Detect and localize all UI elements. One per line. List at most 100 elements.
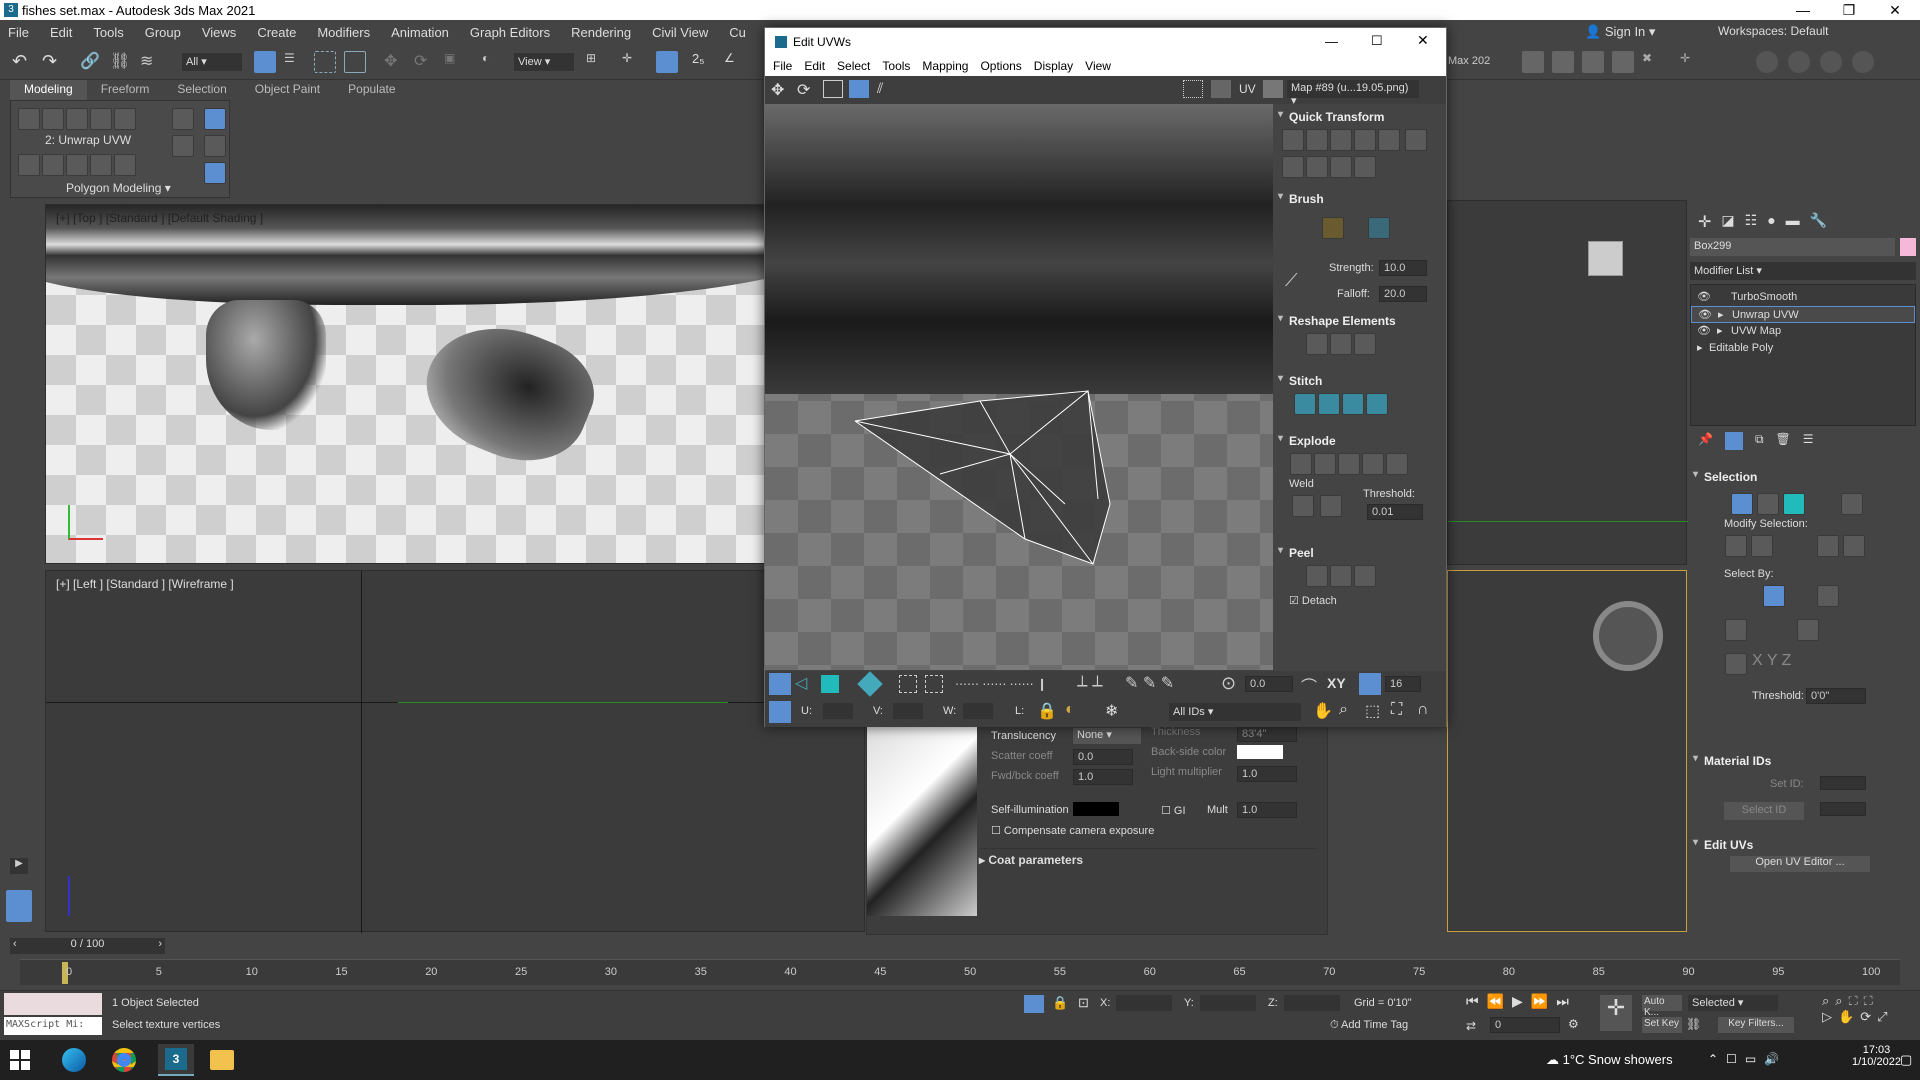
peel-reset-icon[interactable]: [1354, 565, 1376, 587]
quick-transform-header[interactable]: Quick Transform: [1275, 104, 1435, 128]
link-icon[interactable]: 🔗: [80, 51, 102, 73]
qt-space-icon[interactable]: [1330, 129, 1352, 151]
ref-coord-dropdown[interactable]: View ▾: [514, 53, 574, 71]
window-crossing-icon[interactable]: [344, 51, 366, 73]
material-ids-header[interactable]: Material IDs: [1690, 748, 1920, 772]
tab-object-paint[interactable]: Object Paint: [241, 80, 334, 100]
menu-views[interactable]: Views: [202, 25, 236, 40]
render-production-icon[interactable]: [1582, 51, 1604, 73]
sel-element-icon[interactable]: [1841, 493, 1863, 515]
uvw-uv-label[interactable]: UV: [1239, 82, 1256, 96]
scatter-spinner[interactable]: 0.0: [1073, 749, 1133, 765]
render-settings-icon[interactable]: [1852, 51, 1874, 73]
selection-rollout-header[interactable]: Selection: [1690, 464, 1920, 488]
viewport-top-label[interactable]: [+] [Top ] [Standard ] [Default Shading …: [56, 211, 263, 225]
explode-2-icon[interactable]: [1314, 453, 1336, 475]
uvw-pan-icon[interactable]: ✋: [1313, 701, 1333, 721]
explode-5-icon[interactable]: [1386, 453, 1408, 475]
rect-selection-icon[interactable]: [314, 51, 336, 73]
time-slider-prev-icon[interactable]: ‹: [13, 938, 17, 950]
thickness-spinner[interactable]: 83'4": [1237, 726, 1297, 742]
self-illum-swatch[interactable]: [1073, 802, 1119, 816]
play-icon[interactable]: ▶: [1512, 993, 1531, 1009]
render-setup-icon[interactable]: [1522, 51, 1544, 73]
uvw-paint-select-icon[interactable]: ✎ ✎ ✎: [1125, 673, 1174, 693]
time-config-icon[interactable]: ⚙: [1568, 1017, 1579, 1031]
uvw-grow-icon[interactable]: [899, 675, 917, 693]
selection-filter-dropdown[interactable]: All ▾: [182, 53, 242, 71]
uvw-texture-icon[interactable]: [1263, 80, 1283, 98]
select-by-element-icon[interactable]: [1763, 585, 1785, 607]
select-by-name-icon[interactable]: ☰: [284, 51, 306, 73]
eye-icon[interactable]: 👁: [1697, 323, 1711, 340]
select-id-button[interactable]: Select ID: [1724, 802, 1804, 820]
make-unique-icon[interactable]: ⧉: [1755, 432, 1764, 450]
menu-create[interactable]: Create: [257, 25, 296, 40]
stitch-3-icon[interactable]: [1342, 393, 1364, 415]
viewcube-icon[interactable]: [1588, 241, 1623, 276]
eye-icon[interactable]: 👁: [1697, 289, 1711, 306]
brush-relax-icon[interactable]: [1368, 217, 1390, 239]
minimize-icon[interactable]: —: [1780, 0, 1826, 20]
poly-tool-5-icon[interactable]: [114, 154, 136, 176]
uvw-curve-icon[interactable]: ⌒: [1301, 673, 1317, 697]
mult-spinner[interactable]: 1.0: [1237, 802, 1297, 818]
file-explorer-icon[interactable]: [210, 1050, 234, 1070]
tray-icons[interactable]: ⌃☐▭🔊: [1708, 1052, 1787, 1066]
move-icon[interactable]: ✥: [384, 51, 406, 73]
selected-dropdown[interactable]: Selected ▾: [1688, 995, 1778, 1011]
falloff-spinner[interactable]: 20.0: [1379, 286, 1427, 302]
qt-rotate-ccw-icon[interactable]: [1330, 156, 1352, 178]
peel-mode-icon[interactable]: [1330, 565, 1352, 587]
set-key-mode-icon[interactable]: ✛: [1600, 995, 1632, 1031]
uvw-menu-view[interactable]: View: [1085, 59, 1111, 73]
keyboard-shortcut-icon[interactable]: [656, 51, 678, 73]
uvw-pin-icon[interactable]: ⟂ ⟂: [1077, 673, 1103, 691]
select-by-angle-icon[interactable]: [1725, 619, 1747, 641]
uvw-freeze-icon[interactable]: ❄: [1105, 701, 1118, 721]
sel-edge-icon[interactable]: [1757, 493, 1779, 515]
restore-icon[interactable]: ❐: [1826, 0, 1872, 20]
border-mode-icon[interactable]: [66, 108, 88, 130]
remove-modifier-icon[interactable]: 🗑: [1776, 432, 1791, 450]
workspace-selector[interactable]: Workspaces: Default: [1718, 24, 1918, 42]
threshold-spinner[interactable]: 0.01: [1367, 504, 1423, 520]
stack-item[interactable]: 👁 TurboSmooth: [1691, 289, 1915, 306]
rotate-icon[interactable]: ⟳: [414, 51, 436, 73]
uvw-xy-label[interactable]: XY: [1327, 675, 1346, 691]
uvw-zoom-region-icon[interactable]: ⬚: [1365, 701, 1380, 721]
expand-icon[interactable]: ▸: [1717, 323, 1723, 340]
menu-customize[interactable]: Cu: [729, 25, 746, 40]
uvw-minimize-icon[interactable]: —: [1325, 34, 1338, 49]
undo-icon[interactable]: ↶: [12, 51, 34, 73]
tab-freeform[interactable]: Freeform: [87, 80, 164, 100]
angle-snap-icon[interactable]: ∠: [724, 51, 746, 73]
ribbon-side-2-icon[interactable]: [172, 135, 194, 157]
qt-spread-icon[interactable]: [1354, 156, 1376, 178]
menu-rendering[interactable]: Rendering: [571, 25, 631, 40]
key-mode-icon[interactable]: ⇄: [1466, 1019, 1476, 1033]
z-field[interactable]: [1284, 995, 1340, 1011]
ribbon-blue-2-icon[interactable]: [204, 135, 226, 157]
select-by-planar-icon[interactable]: [1797, 619, 1819, 641]
uvw-menu-mapping[interactable]: Mapping: [922, 59, 968, 73]
weather-widget[interactable]: ☁ 1°C Snow showers: [1546, 1052, 1673, 1068]
light-multiplier-spinner[interactable]: 1.0: [1237, 766, 1297, 782]
qt-align-icon[interactable]: [1282, 129, 1304, 151]
uvw-abs-offset-icon[interactable]: [769, 701, 791, 723]
edge-browser-icon[interactable]: [62, 1048, 86, 1072]
3dsmax-task-icon[interactable]: 3: [158, 1044, 194, 1076]
notification-icon[interactable]: ▢: [1900, 1052, 1912, 1068]
selection-threshold-spinner[interactable]: 0'0": [1806, 688, 1866, 704]
qt-grid-icon[interactable]: [1282, 156, 1304, 178]
edit-uvs-header[interactable]: Edit UVs: [1690, 832, 1920, 856]
pin-stack-icon[interactable]: 📌: [1698, 432, 1713, 450]
uvw-maximize-icon[interactable]: ☐: [1371, 33, 1383, 49]
uvw-poly-mode-icon[interactable]: [821, 675, 839, 693]
menu-group[interactable]: Group: [145, 25, 181, 40]
uvw-map-dropdown[interactable]: Map #89 (u...19.05.png) ▾: [1287, 80, 1419, 107]
isolate-icon[interactable]: [1024, 995, 1044, 1013]
modifier-list-dropdown[interactable]: Modifier List ▾: [1690, 262, 1916, 280]
render-iterative-icon[interactable]: [1612, 51, 1634, 73]
add-time-tag[interactable]: ⏱ Add Time Tag: [1330, 1019, 1408, 1032]
